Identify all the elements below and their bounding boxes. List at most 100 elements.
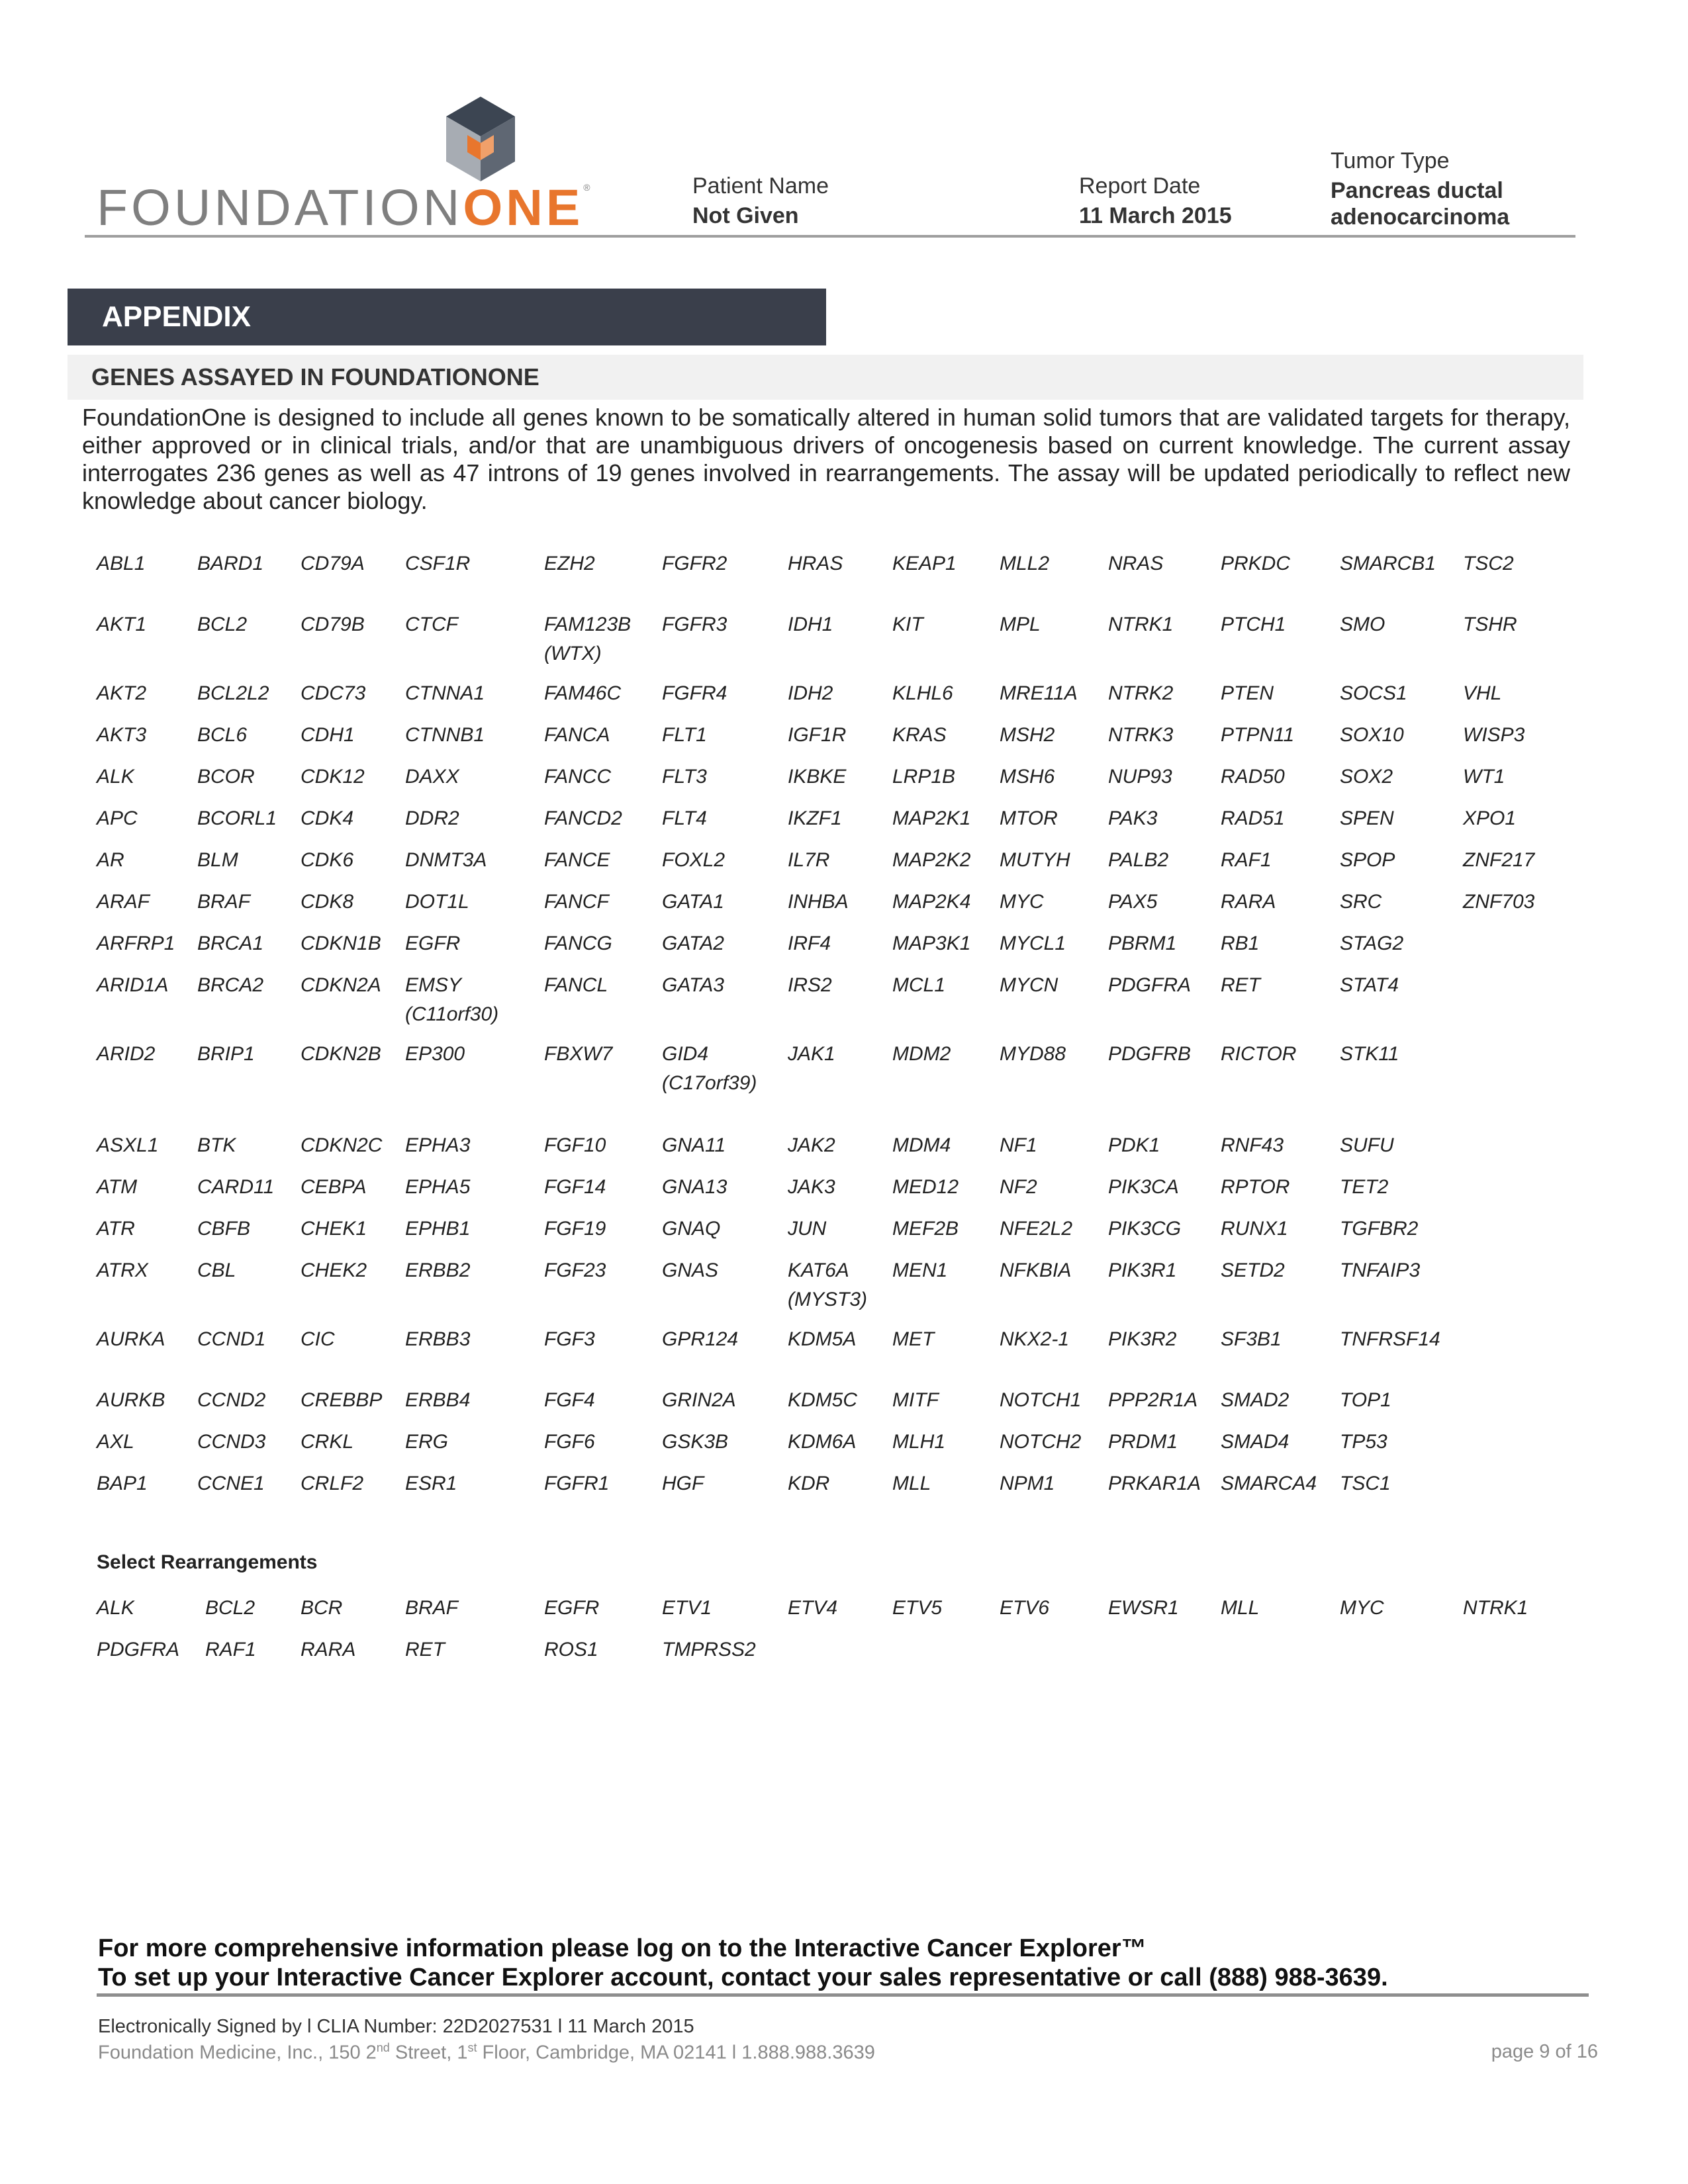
gene-cell: GATA3 — [662, 974, 724, 996]
gene-cell: SMO — [1340, 614, 1385, 635]
gene-cell: IRS2 — [788, 974, 832, 996]
gene-cell: FGF4 — [544, 1389, 595, 1411]
gene-cell: ATR — [97, 1218, 135, 1240]
logo-text-light: FOUNDATION — [97, 179, 463, 236]
gene-cell: MYC — [1340, 1597, 1384, 1619]
gene-cell: NFE2L2 — [1000, 1218, 1073, 1240]
gene-cell: CCND1 — [197, 1328, 266, 1350]
gene-cell: GRIN2A — [662, 1389, 736, 1411]
address-sup-1: nd — [376, 2041, 390, 2054]
gene-cell: PDGFRB — [1108, 1043, 1192, 1065]
page-number: page 9 of 16 — [1491, 2041, 1598, 2062]
gene-cell: FLT4 — [662, 807, 707, 829]
gene-cell: CDK12 — [301, 766, 365, 788]
gene-cell: CDK6 — [301, 849, 354, 871]
gene-cell: PPP2R1A — [1108, 1389, 1198, 1411]
gene-cell: CDKN2C — [301, 1134, 383, 1156]
gene-cell: CEBPA — [301, 1176, 367, 1198]
patient-name-label: Patient Name — [692, 173, 829, 199]
gene-cell: TSHR — [1463, 614, 1517, 635]
gene-cell: FGF23 — [544, 1259, 606, 1281]
gene-cell: GNA13 — [662, 1176, 727, 1198]
gene-cell: STAG2 — [1340, 933, 1404, 954]
gene-cell: ARFRP1 — [97, 933, 175, 954]
address-line: Foundation Medicine, Inc., 150 2nd Stree… — [98, 2041, 875, 2064]
footer-line-2: To set up your Interactive Cancer Explor… — [98, 1964, 1388, 1991]
gene-cell: BARD1 — [197, 553, 264, 574]
gene-cell: BCL2 — [197, 614, 248, 635]
gene-cell: BTK — [197, 1134, 236, 1156]
gene-cell: LRP1B — [892, 766, 956, 788]
gene-cell: IKBKE — [788, 766, 847, 788]
gene-cell: NRAS — [1108, 553, 1164, 574]
gene-cell: FANCG — [544, 933, 612, 954]
gene-cell: ABL1 — [97, 553, 146, 574]
gene-cell: IGF1R — [788, 724, 847, 746]
gene-cell: AKT2 — [97, 682, 147, 704]
gene-cell: KDM5C — [788, 1389, 858, 1411]
gene-cell: RAD51 — [1221, 807, 1285, 829]
signature-line: Electronically Signed by l CLIA Number: … — [98, 2016, 694, 2037]
gene-cell: TGFBR2 — [1340, 1218, 1419, 1240]
gene-cell: KDM5A — [788, 1328, 857, 1350]
gene-cell: CRKL — [301, 1431, 354, 1453]
gene-cell: KDR — [788, 1473, 830, 1494]
gene-cell: RICTOR — [1221, 1043, 1297, 1065]
gene-cell: CCND2 — [197, 1389, 266, 1411]
section-header-bar: GENES ASSAYED IN FOUNDATIONONE — [68, 355, 1583, 400]
gene-cell: FANCL — [544, 974, 608, 996]
gene-cell: KEAP1 — [892, 553, 957, 574]
gene-cell: ERBB2 — [405, 1259, 471, 1281]
gene-cell: KDM6A — [788, 1431, 857, 1453]
gene-cell: JAK1 — [788, 1043, 835, 1065]
gene-cell: MLL — [892, 1473, 931, 1494]
gene-cell: BAP1 — [97, 1473, 148, 1494]
gene-cell: TSC2 — [1463, 553, 1514, 574]
gene-cell: FANCA — [544, 724, 610, 746]
gene-cell: TP53 — [1340, 1431, 1387, 1453]
tumor-type-value-line2: adenocarcinoma — [1331, 205, 1510, 230]
gene-cell: NTRK1 — [1463, 1597, 1528, 1619]
gene-cell: SMAD2 — [1221, 1389, 1289, 1411]
gene-cell: PIK3R2 — [1108, 1328, 1177, 1350]
gene-cell: ALK — [97, 766, 134, 788]
gene-cell: AURKA — [97, 1328, 165, 1350]
gene-cell: RB1 — [1221, 933, 1260, 954]
gene-cell: GSK3B — [662, 1431, 729, 1453]
gene-cell: SPOP — [1340, 849, 1395, 871]
gene-cell: MLH1 — [892, 1431, 946, 1453]
gene-cell: NFKBIA — [1000, 1259, 1072, 1281]
gene-cell: CDKN1B — [301, 933, 381, 954]
gene-cell: DAXX — [405, 766, 459, 788]
gene-cell: ESR1 — [405, 1473, 457, 1494]
gene-cell: GID4 (C17orf39) — [662, 1043, 757, 1094]
gene-cell: PTEN — [1221, 682, 1274, 704]
gene-cell: PIK3CG — [1108, 1218, 1182, 1240]
gene-cell: AKT1 — [97, 614, 147, 635]
gene-cell: SF3B1 — [1221, 1328, 1282, 1350]
gene-cell: AURKB — [97, 1389, 165, 1411]
gene-cell: FOXL2 — [662, 849, 726, 871]
gene-cell: STK11 — [1340, 1043, 1399, 1065]
gene-cell: MUTYH — [1000, 849, 1070, 871]
gene-cell: KLHL6 — [892, 682, 953, 704]
gene-cell: WISP3 — [1463, 724, 1525, 746]
gene-cell: MSH6 — [1000, 766, 1055, 788]
gene-cell: VHL — [1463, 682, 1502, 704]
gene-cell: RAF1 — [205, 1639, 256, 1661]
gene-cell: FGF10 — [544, 1134, 606, 1156]
gene-cell: MAP2K1 — [892, 807, 971, 829]
address-part-a: Foundation Medicine, Inc., 150 2 — [98, 2042, 377, 2064]
gene-cell: EPHB1 — [405, 1218, 471, 1240]
gene-cell: TNFAIP3 — [1340, 1259, 1421, 1281]
gene-cell: RPTOR — [1221, 1176, 1290, 1198]
gene-cell: CHEK1 — [301, 1218, 367, 1240]
gene-cell: FGFR2 — [662, 553, 727, 574]
gene-cell: MAP3K1 — [892, 933, 971, 954]
gene-cell: PDGFRA — [1108, 974, 1192, 996]
gene-cell: ARID1A — [97, 974, 169, 996]
gene-cell: CDK8 — [301, 891, 354, 913]
gene-cell: CTCF — [405, 614, 458, 635]
gene-cell: CDH1 — [301, 724, 355, 746]
gene-cell: SRC — [1340, 891, 1382, 913]
